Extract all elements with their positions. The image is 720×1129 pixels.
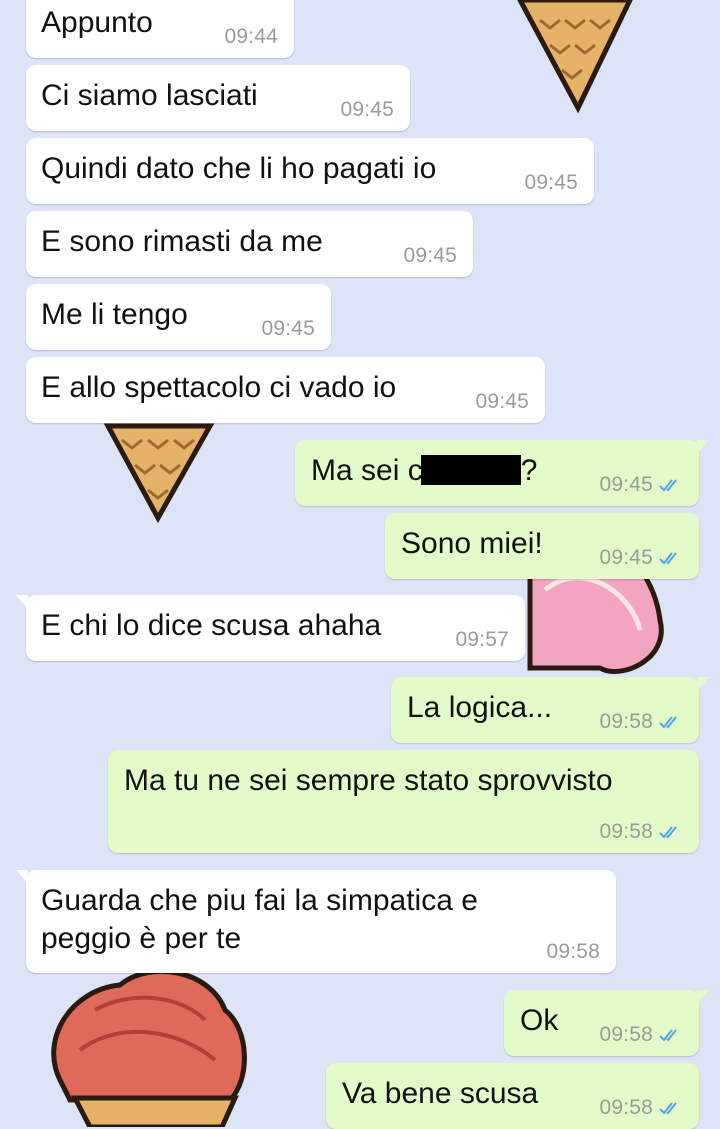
message-bubble[interactable]: Ma tu ne sei sempre stato sprovvisto 09:… [108, 750, 699, 853]
message-text: Ma sei c? [311, 454, 538, 487]
message-text: La logica... [407, 691, 553, 724]
message-bubble[interactable]: E chi lo dice scusa ahaha 09:57 [16, 595, 525, 661]
message-time: 09:58 [599, 710, 683, 734]
message-bubble[interactable]: Appunto 09:44 [26, 0, 294, 58]
message-text: Ma tu ne sei sempre stato sprovvisto [124, 764, 613, 797]
message-time: 09:45 [340, 98, 394, 121]
message-text: Quindi dato che li ho pagati io [41, 152, 437, 185]
message-time: 09:45 [261, 317, 315, 340]
message-time: 09:58 [599, 820, 683, 844]
message-bubble[interactable]: E allo spettacolo ci vado io 09:45 [26, 357, 545, 423]
message-time: 09:45 [403, 244, 457, 267]
message-time: 09:57 [455, 628, 509, 651]
message-bubble[interactable]: Ma sei c? 09:45 [295, 440, 709, 506]
message-bubble[interactable]: Me li tengo 09:45 [26, 284, 331, 350]
read-ticks-icon [659, 826, 677, 839]
bubble-tail [697, 677, 709, 691]
message-text: Guarda che piu fai la simpatica e peggio… [41, 884, 478, 955]
message-time: 09:45 [599, 546, 683, 570]
message-text: Appunto [41, 6, 153, 39]
message-text: E allo spettacolo ci vado io [41, 371, 397, 404]
message-bubble[interactable]: Ok 09:58 [504, 990, 709, 1056]
bubble-tail [697, 440, 709, 454]
chat-message-list: Appunto 09:44 Ci siamo lasciati 09:45 Qu… [0, 0, 720, 1129]
read-ticks-icon [659, 1102, 677, 1115]
message-time: 09:45 [524, 171, 578, 194]
message-bubble[interactable]: Ci siamo lasciati 09:45 [26, 65, 410, 131]
message-text: E sono rimasti da me [41, 225, 323, 258]
read-ticks-icon [659, 716, 677, 729]
bubble-tail [16, 870, 28, 884]
read-ticks-icon [659, 1029, 677, 1042]
message-text: Sono miei! [401, 527, 543, 560]
message-bubble[interactable]: La logica... 09:58 [391, 677, 709, 743]
message-time: 09:58 [546, 940, 600, 963]
message-bubble[interactable]: Guarda che piu fai la simpatica e peggio… [16, 870, 616, 973]
message-text: E chi lo dice scusa ahaha [41, 609, 382, 642]
message-text: Ok [520, 1004, 559, 1037]
message-bubble[interactable]: Va bene scusa 09:58 [326, 1063, 699, 1129]
message-time: 09:44 [224, 25, 278, 48]
message-bubble[interactable]: Quindi dato che li ho pagati io 09:45 [26, 138, 594, 204]
message-text: Me li tengo [41, 298, 188, 331]
redaction-bar [420, 455, 521, 485]
read-ticks-icon [659, 552, 677, 565]
message-time: 09:58 [599, 1096, 683, 1120]
message-time: 09:45 [475, 390, 529, 413]
message-bubble[interactable]: E sono rimasti da me 09:45 [26, 211, 473, 277]
bubble-tail [16, 595, 28, 609]
bubble-tail [697, 990, 709, 1004]
read-ticks-icon [659, 479, 677, 492]
message-text: Va bene scusa [342, 1077, 539, 1110]
message-time: 09:58 [599, 1023, 683, 1047]
message-time: 09:45 [599, 473, 683, 497]
message-text: Ci siamo lasciati [41, 79, 258, 112]
message-bubble[interactable]: Sono miei! 09:45 [385, 513, 699, 579]
